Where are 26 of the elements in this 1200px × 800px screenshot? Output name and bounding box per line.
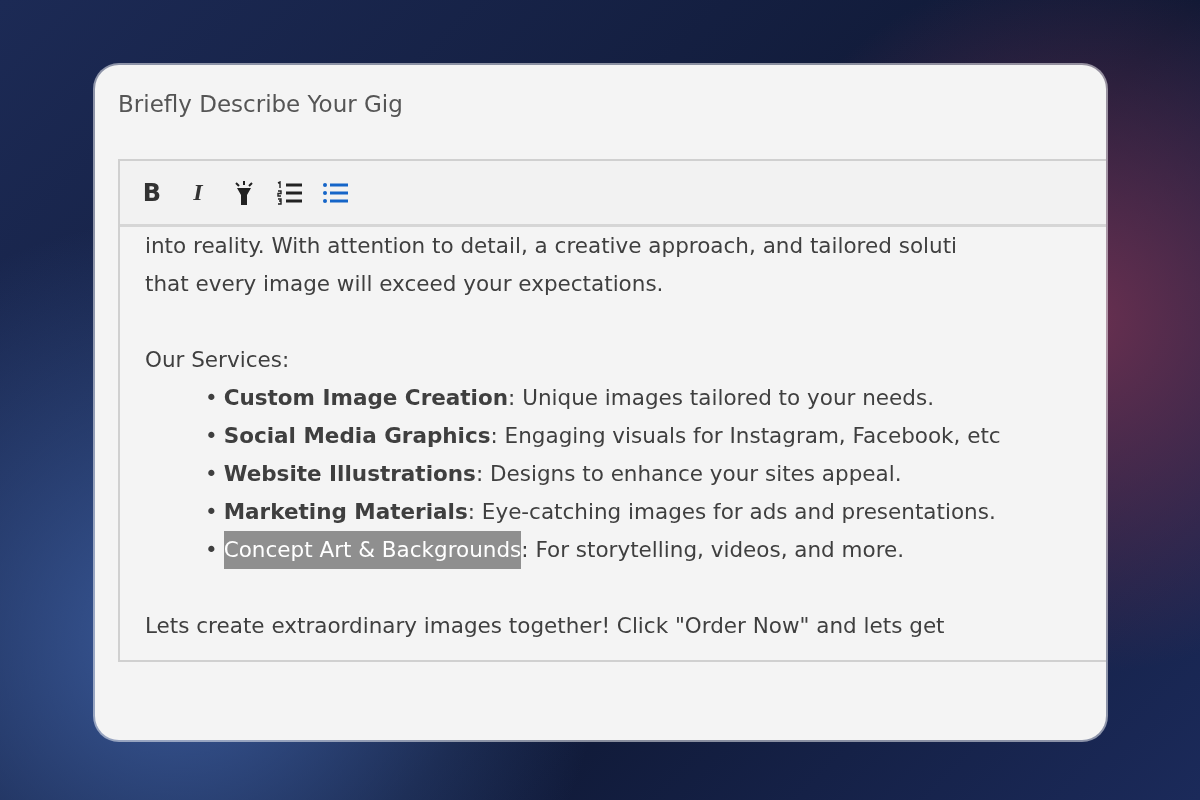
service-term: Website Illustrations <box>223 460 476 488</box>
service-description: : For storytelling, videos, and more. <box>521 536 905 564</box>
text-line: that every image will exceed your expectations. <box>145 270 664 298</box>
service-term: Marketing Materials <box>223 498 468 526</box>
service-term: Custom Image Creation <box>223 384 509 412</box>
italic-button[interactable]: I <box>180 174 216 211</box>
bullet: • <box>205 498 218 526</box>
rich-text-editor[interactable] <box>118 159 1106 662</box>
service-description: : Designs to enhance your sites appeal. <box>475 460 902 488</box>
service-description: : Eye-catching images for ads and presentations. <box>467 498 996 526</box>
bullet: • <box>205 536 218 564</box>
service-description: : Unique images tailored to your needs. <box>508 384 934 412</box>
bullet: • <box>205 422 218 450</box>
field-label: Briefly Describe Your Gig <box>118 91 403 117</box>
bullet: • <box>205 384 218 412</box>
selected-text: Concept Art & Backgrounds <box>223 531 522 569</box>
service-term: Social Media Graphics <box>223 422 491 450</box>
service-description: : Engaging visuals for Instagram, Facebook, etc <box>490 422 1001 450</box>
closing-text: Lets create extraordinary images together! Click "Order Now" and lets get <box>145 612 945 640</box>
bullet: • <box>205 460 218 488</box>
services-heading: Our Services: <box>145 346 290 374</box>
bold-button[interactable]: B <box>134 174 170 211</box>
numbered-list-icon <box>277 180 303 205</box>
flashlight-icon <box>232 179 256 206</box>
bullet-list-icon <box>323 180 349 205</box>
text-line: into reality. With attention to detail, a creative approach, and tailored soluti <box>145 232 958 260</box>
